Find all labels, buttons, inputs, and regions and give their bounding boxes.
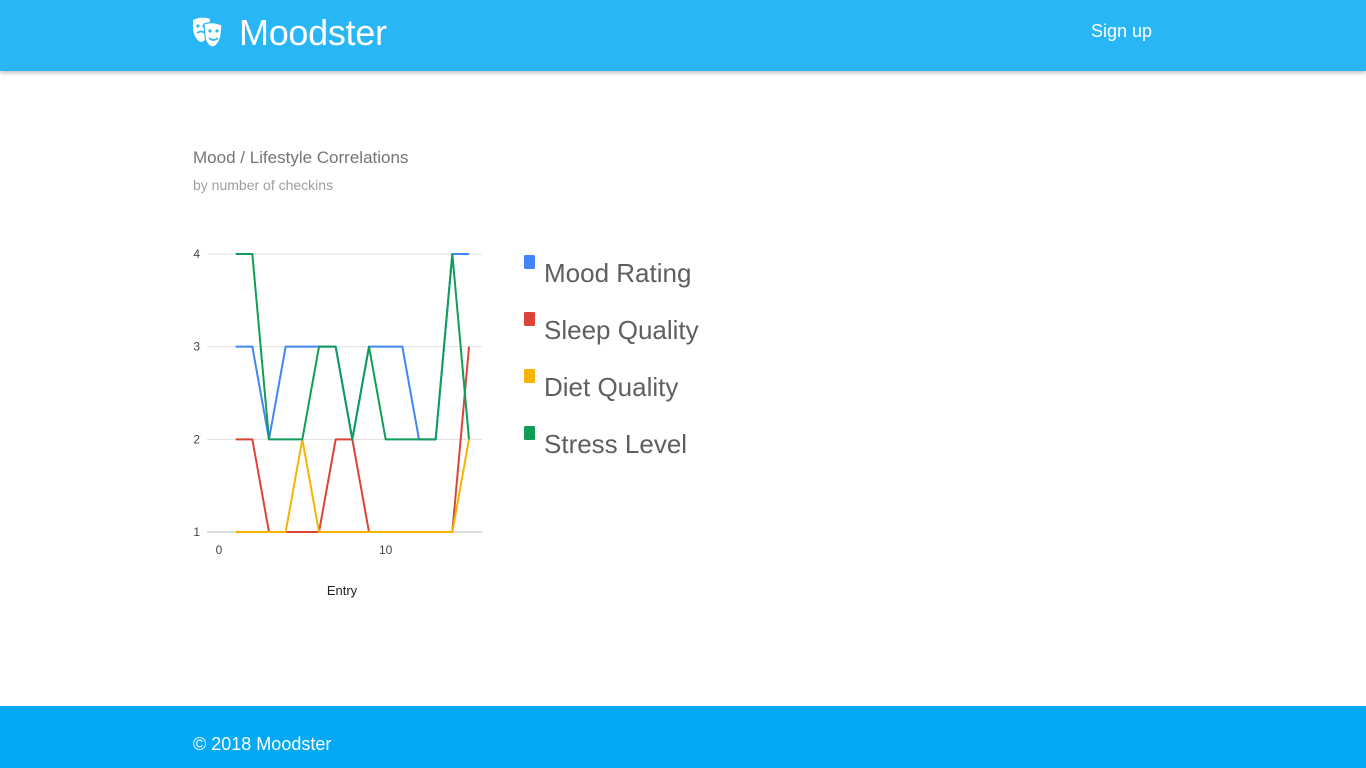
top-navbar: Moodster Sign up bbox=[0, 0, 1366, 71]
legend-swatch bbox=[524, 255, 535, 269]
legend-label: Diet Quality bbox=[544, 372, 678, 402]
x-axis-label: Entry bbox=[327, 583, 358, 598]
legend-swatch bbox=[524, 312, 535, 326]
line-chart: 1 2 3 4 0 10 Mood Rating Sleep Quality Diet Qua… bbox=[193, 247, 699, 598]
brand-link[interactable]: Moodster bbox=[191, 12, 387, 54]
legend-label: Sleep Quality bbox=[544, 315, 699, 345]
legend-label: Mood Rating bbox=[544, 258, 691, 288]
signup-link[interactable]: Sign up bbox=[1091, 20, 1152, 42]
x-tick-label: 0 bbox=[216, 543, 223, 557]
legend-label: Stress Level bbox=[544, 429, 687, 459]
legend-item: Mood Rating bbox=[524, 255, 691, 288]
y-tick-label: 2 bbox=[193, 432, 200, 446]
y-tick-label: 4 bbox=[193, 247, 200, 261]
legend-swatch bbox=[524, 369, 535, 383]
y-tick-label: 1 bbox=[193, 525, 200, 539]
series-line-diet-quality bbox=[235, 438, 470, 533]
y-tick-label: 3 bbox=[193, 340, 200, 354]
legend-item: Diet Quality bbox=[524, 369, 678, 402]
theater-masks-icon bbox=[191, 16, 225, 50]
legend-item: Stress Level bbox=[524, 426, 687, 459]
legend-item: Sleep Quality bbox=[524, 312, 699, 345]
brand-name: Moodster bbox=[239, 12, 387, 53]
legend-swatch bbox=[524, 426, 535, 440]
x-tick-label: 10 bbox=[379, 543, 393, 557]
